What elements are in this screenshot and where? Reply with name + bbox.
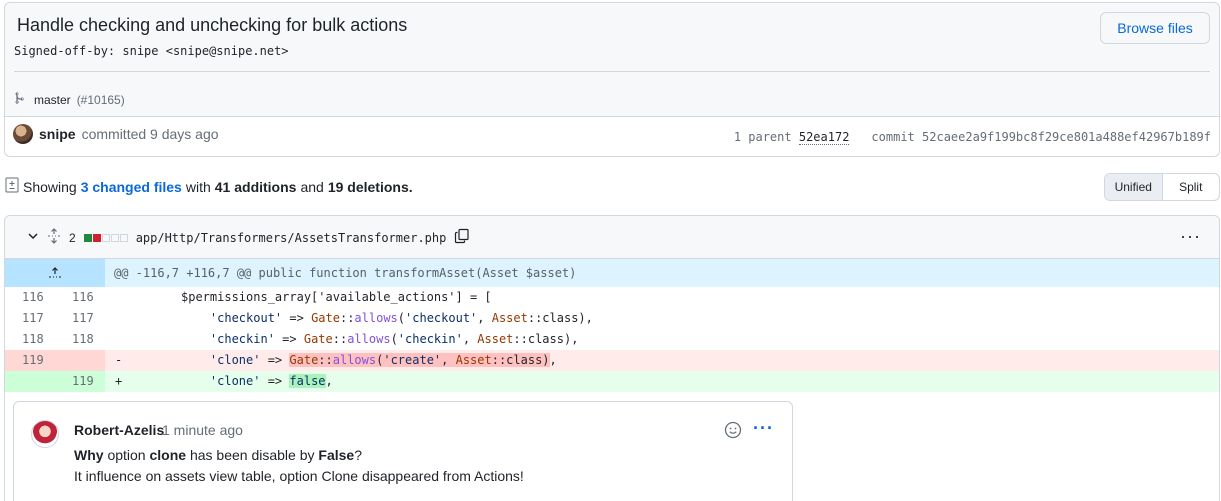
commit-meta: 1 parent 52ea172 commit 52caee2a9f199bc8… — [733, 130, 1211, 145]
diffstat-bar — [83, 233, 128, 242]
unified-button[interactable]: Unified — [1105, 174, 1163, 200]
commit-title: Handle checking and unchecking for bulk … — [17, 15, 408, 35]
old-line-number[interactable]: 116 — [22, 290, 72, 304]
expand-icon[interactable] — [47, 228, 61, 247]
review-comment: Robert-Azelis 1 minute ago ··· Why optio… — [13, 401, 793, 501]
branch-name[interactable]: master — [34, 93, 71, 107]
committed-time: committed 9 days ago — [81, 126, 219, 142]
commit-label: commit — [871, 130, 915, 144]
diff-line-deleted: 119 - 'clone' => Gate::allows('create', … — [5, 350, 1219, 371]
diff-line: 117 117 'checkout' => Gate::allows('chec… — [5, 308, 1219, 329]
copy-icon[interactable] — [454, 228, 470, 247]
old-line-number[interactable]: 119 — [22, 353, 72, 367]
code-line: $permissions_array['available_actions'] … — [181, 290, 492, 304]
new-line-number[interactable]: 117 — [72, 311, 122, 325]
kebab-icon[interactable]: ··· — [1180, 226, 1201, 247]
additions-count: 41 additions — [214, 178, 297, 195]
divider — [14, 71, 1210, 72]
comment-text: option — [107, 447, 146, 463]
old-line-number[interactable]: 117 — [22, 311, 72, 325]
expand-up-icon[interactable] — [5, 259, 105, 287]
code-line: 'clone' => false, — [209, 374, 333, 388]
parent-label: 1 parent — [733, 130, 792, 144]
avatar[interactable] — [31, 420, 59, 448]
branch-info: master (#10165) — [14, 91, 125, 108]
commit-description: Signed-off-by: snipe <snipe@snipe.net> — [14, 44, 289, 58]
parent-hash-link[interactable]: 52ea172 — [798, 130, 850, 145]
diff-summary: Showing 3 changed files with 41 addition… — [5, 177, 413, 196]
comment-body-line-2: It influence on assets view table, optio… — [74, 468, 524, 484]
split-button[interactable]: Split — [1163, 174, 1220, 200]
file-header-left: 2 app/Http/Transformers/AssetsTransforme… — [27, 228, 470, 247]
author-name[interactable]: snipe — [39, 126, 76, 142]
hunk-header: @@ -116,7 +116,7 @@ public function tran… — [114, 266, 577, 280]
change-count: 2 — [69, 230, 76, 245]
deletions-count: 19 deletions. — [327, 178, 413, 195]
summary-showing: Showing — [23, 178, 77, 195]
comment-author[interactable]: Robert-Azelis — [74, 422, 164, 438]
code-line: 'checkout' => Gate::allows('checkout', A… — [209, 311, 593, 325]
comment-text: ? — [354, 447, 363, 463]
commit-hash: 52caee2a9f199bc8f29ce801a488ef42967b189f — [922, 130, 1211, 144]
new-line-number[interactable]: 118 — [72, 332, 122, 346]
old-line-number[interactable]: 118 — [22, 332, 72, 346]
file-header: 2 app/Http/Transformers/AssetsTransforme… — [5, 216, 1219, 259]
diff-line: 118 118 'checkin' => Gate::allows('check… — [5, 329, 1219, 350]
addition-sign: + — [115, 374, 123, 388]
smiley-icon[interactable] — [724, 421, 742, 439]
file-diff-icon — [5, 177, 19, 196]
commit-header: Handle checking and unchecking for bulk … — [4, 2, 1220, 157]
code-line: 'checkin' => Gate::allows('checkin', Ass… — [209, 332, 579, 346]
summary-with: with — [185, 178, 211, 195]
new-line-number[interactable]: 116 — [72, 290, 122, 304]
chevron-down-icon[interactable] — [27, 230, 39, 245]
commit-summary-panel: Handle checking and unchecking for bulk … — [5, 3, 1219, 117]
comment-text: has been disable by — [189, 447, 315, 463]
file-path[interactable]: app/Http/Transformers/AssetsTransformer.… — [136, 231, 447, 245]
kebab-icon[interactable]: ··· — [753, 418, 774, 439]
branch-icon — [14, 91, 28, 108]
pull-request-ref[interactable]: (#10165) — [77, 93, 125, 107]
browse-files-button[interactable]: Browse files — [1100, 12, 1210, 44]
commit-author-row: snipe committed 9 days ago — [13, 124, 219, 144]
changed-files-link[interactable]: 3 changed files — [81, 179, 182, 195]
comment-text: Why — [74, 447, 104, 463]
diff-line: 116 116 $permissions_array['available_ac… — [5, 287, 1219, 308]
code-line: 'clone' => Gate::allows('create', Asset:… — [209, 353, 557, 367]
comment-text: False — [318, 447, 355, 463]
avatar[interactable] — [13, 124, 33, 144]
diff-view-toggle: Unified Split — [1104, 173, 1220, 201]
comment-time[interactable]: 1 minute ago — [162, 422, 243, 438]
comment-body-line-1: Why option clone has been disable by Fal… — [74, 447, 362, 463]
summary-and: and — [300, 178, 324, 195]
deletion-sign: - — [115, 353, 123, 367]
hunk-header-row: @@ -116,7 +116,7 @@ public function tran… — [5, 259, 1219, 287]
comment-text: clone — [149, 447, 187, 463]
diff-line-added: 119 + 'clone' => false, — [5, 371, 1219, 392]
